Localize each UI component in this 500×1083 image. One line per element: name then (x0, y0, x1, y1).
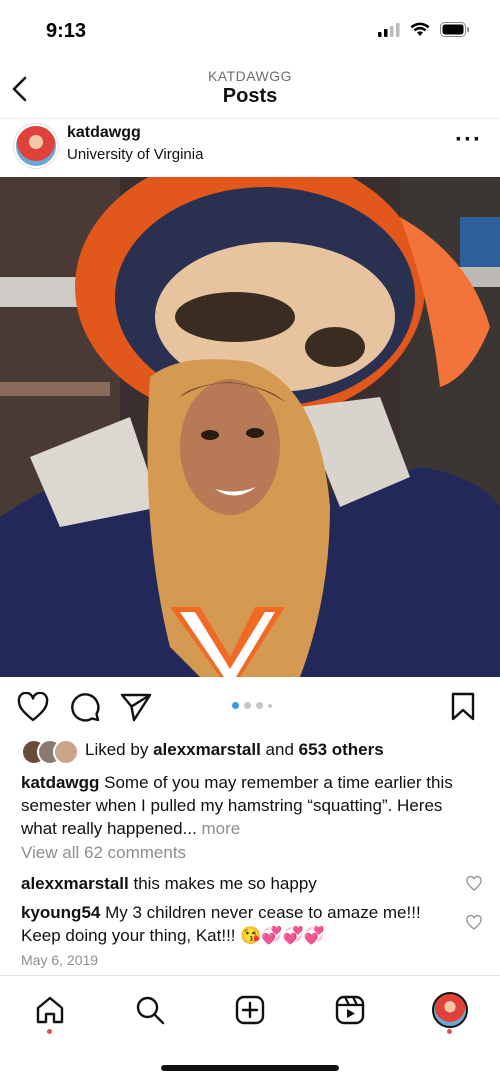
profile-notification-dot (447, 1029, 452, 1034)
carousel-dot (256, 702, 263, 709)
post-actions (0, 686, 500, 730)
bottom-tab-bar (0, 975, 500, 1083)
save-button[interactable] (450, 692, 476, 727)
post-username[interactable]: katdawgg (67, 124, 141, 142)
more-options-icon[interactable]: ··· (455, 126, 482, 154)
caption-username[interactable]: katdawgg (21, 773, 99, 792)
reels-icon (335, 995, 365, 1025)
create-icon (235, 995, 265, 1025)
comment-text: this makes me so happy (128, 874, 317, 893)
carousel-dot (244, 702, 251, 709)
comment-username[interactable]: alexxmarstall (21, 874, 129, 893)
status-time: 9:13 (46, 20, 87, 42)
comment-like-button[interactable] (466, 914, 482, 935)
heart-icon (17, 691, 49, 722)
comment-row: kyoung54 My 3 children never cease to am… (21, 901, 441, 947)
mascot-photo (0, 177, 500, 677)
tab-home[interactable] (30, 990, 70, 1030)
profile-avatar (432, 992, 468, 1028)
heart-icon (466, 914, 482, 930)
comment-button[interactable] (70, 692, 100, 727)
likes-prefix: Liked by (85, 740, 149, 759)
home-indicator (161, 1065, 339, 1071)
post-location[interactable]: University of Virginia (67, 146, 203, 163)
avatar[interactable] (14, 124, 58, 168)
page-title: Posts (222, 85, 278, 107)
likes-count[interactable]: 653 others (299, 740, 384, 760)
tab-create[interactable] (230, 990, 270, 1030)
avatar (53, 739, 79, 765)
home-icon (36, 996, 64, 1024)
carousel-dot (268, 703, 272, 708)
heart-icon (466, 875, 482, 891)
nav-header: KATDAWGG Posts (0, 62, 500, 119)
carousel-indicator (232, 702, 272, 709)
comment-username[interactable]: kyoung54 (21, 903, 100, 922)
like-button[interactable] (17, 691, 49, 727)
comment-icon (71, 693, 100, 722)
paper-plane-icon (120, 693, 152, 722)
home-notification-dot (47, 1029, 52, 1034)
comment-like-button[interactable] (466, 875, 482, 896)
caption-more-link[interactable]: more (202, 819, 241, 838)
liker-avatars (21, 739, 79, 765)
tab-reels[interactable] (330, 990, 370, 1030)
likes-summary[interactable]: Liked by alexxmarstall and 653 others (21, 739, 384, 765)
carousel-dot (232, 702, 239, 709)
signal-icon (378, 22, 400, 37)
tab-search[interactable] (130, 990, 170, 1030)
view-all-comments-link[interactable]: View all 62 comments (21, 843, 186, 863)
likes-middle: and (265, 740, 294, 759)
tab-profile[interactable] (430, 990, 470, 1030)
status-icons (378, 22, 470, 37)
comment-row: alexxmarstall this makes me so happy (21, 872, 441, 895)
share-button[interactable] (120, 692, 152, 727)
liker-username[interactable]: alexxmarstall (153, 740, 261, 760)
status-bar: 9:13 (0, 0, 500, 62)
post-header: katdawgg University of Virginia ··· (0, 118, 500, 176)
post-photo[interactable] (0, 177, 500, 677)
post-caption: katdawgg Some of you may remember a time… (21, 771, 483, 840)
bookmark-icon (451, 692, 475, 721)
post-date: May 6, 2019 (21, 952, 99, 968)
battery-icon (440, 22, 469, 37)
wifi-icon (410, 22, 430, 36)
nav-subtitle: KATDAWGG (207, 68, 293, 84)
search-icon (136, 996, 165, 1025)
